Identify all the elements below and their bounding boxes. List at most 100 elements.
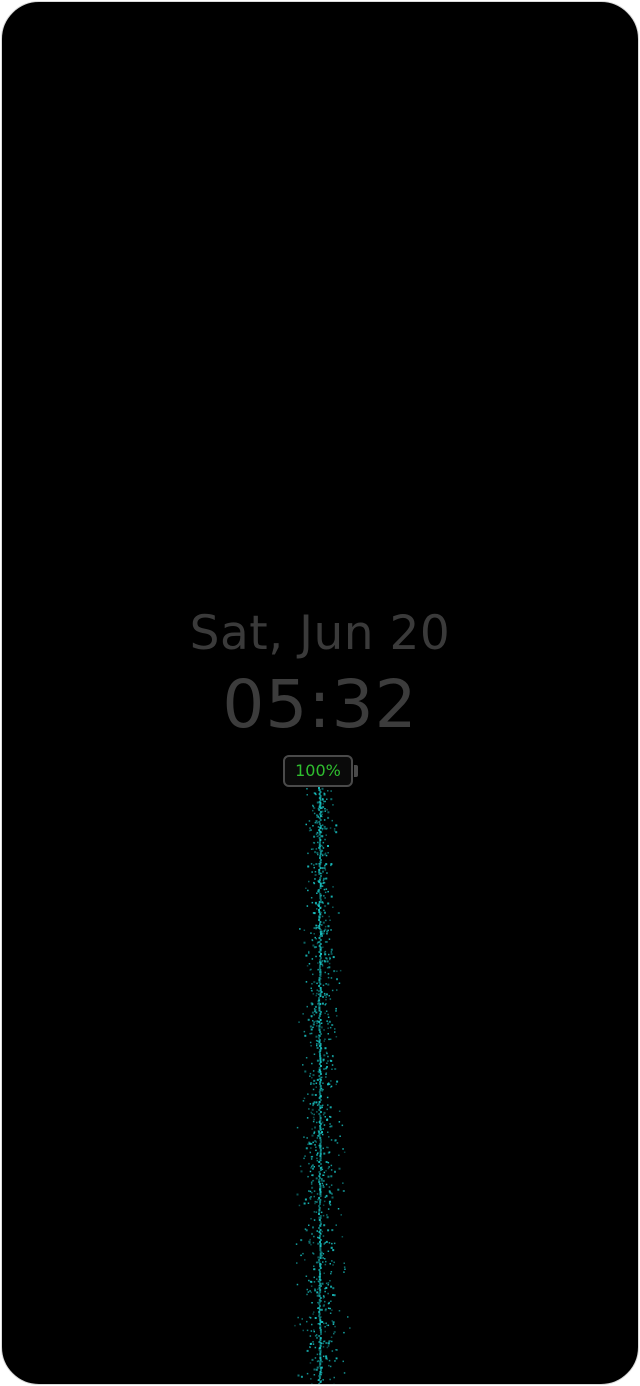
particle [322,902,324,904]
particle [307,865,310,868]
particle [330,977,333,979]
particle [306,794,308,796]
particle [328,1340,331,1343]
particle [306,1288,308,1291]
particle [330,895,333,898]
particle [319,969,322,971]
particle [336,978,338,981]
particle [311,939,314,942]
particle [319,1055,322,1057]
particle [322,995,324,998]
particle [338,1310,341,1312]
particle [308,1279,310,1282]
particle [304,1198,307,1201]
particle [311,1077,313,1079]
particle [325,1183,328,1186]
particle [325,1240,328,1243]
particle [322,1342,324,1345]
particle [335,824,338,827]
particle [326,967,329,969]
particle [313,1083,315,1085]
particle [312,1104,314,1107]
particle [322,1082,324,1084]
particle [320,1263,322,1266]
particle [324,994,326,997]
particle [316,1121,318,1124]
particle [315,1035,318,1038]
particle [318,1209,321,1211]
particle [300,1170,303,1173]
particle [299,1323,302,1326]
particle [319,944,321,946]
particle [323,1272,325,1274]
particle [319,1325,322,1327]
particle [318,804,321,807]
particle [334,1139,337,1142]
particle [317,835,319,837]
particle [323,930,325,932]
particle [319,1031,322,1033]
particle [320,803,322,805]
particle [317,1288,319,1291]
particle [313,866,315,869]
particle [325,1342,328,1344]
particle [314,1335,317,1337]
particle [327,1284,329,1286]
particle [321,935,323,937]
particle [320,1048,323,1050]
particle [329,1307,331,1310]
particle [318,1010,321,1013]
particle [321,1133,324,1136]
particle [309,1041,312,1044]
particle [319,1249,322,1251]
particle [324,1300,326,1303]
particle [309,1075,311,1077]
particle [319,946,322,948]
particle [319,1019,322,1021]
particle [325,1010,328,1012]
particle [318,1025,321,1027]
particle [330,864,332,867]
particle [323,1171,326,1174]
particle [317,1130,320,1132]
particle [325,1067,328,1070]
particle [322,1257,324,1259]
particle [334,1031,336,1033]
particle [313,1101,316,1103]
particle [320,1373,322,1376]
particle [322,1147,324,1150]
particle [338,1167,341,1170]
particle [319,1267,322,1269]
particle [318,837,321,839]
particle [331,819,333,822]
particle [318,919,321,921]
particle [318,1133,321,1135]
particle [318,1211,321,1213]
particle [312,1180,314,1182]
particle [323,895,325,897]
particle [311,901,314,904]
particle [317,1043,320,1045]
particle [313,1219,316,1221]
particle [320,978,322,980]
particle [318,1207,321,1209]
particle [313,882,316,885]
particle [319,959,322,961]
particle [319,1003,322,1005]
particle [321,1282,324,1285]
particle [317,993,320,996]
particle [323,800,325,803]
particle [322,879,325,882]
particle [310,1285,313,1287]
particle [316,982,318,985]
particle [314,821,317,824]
particle [312,1341,314,1343]
particle [330,798,333,801]
particle [319,857,322,859]
particle [315,1146,317,1148]
particle [319,799,322,801]
particle [307,1093,309,1095]
particle [337,1188,340,1191]
particle [308,950,310,953]
particle [314,1289,317,1292]
